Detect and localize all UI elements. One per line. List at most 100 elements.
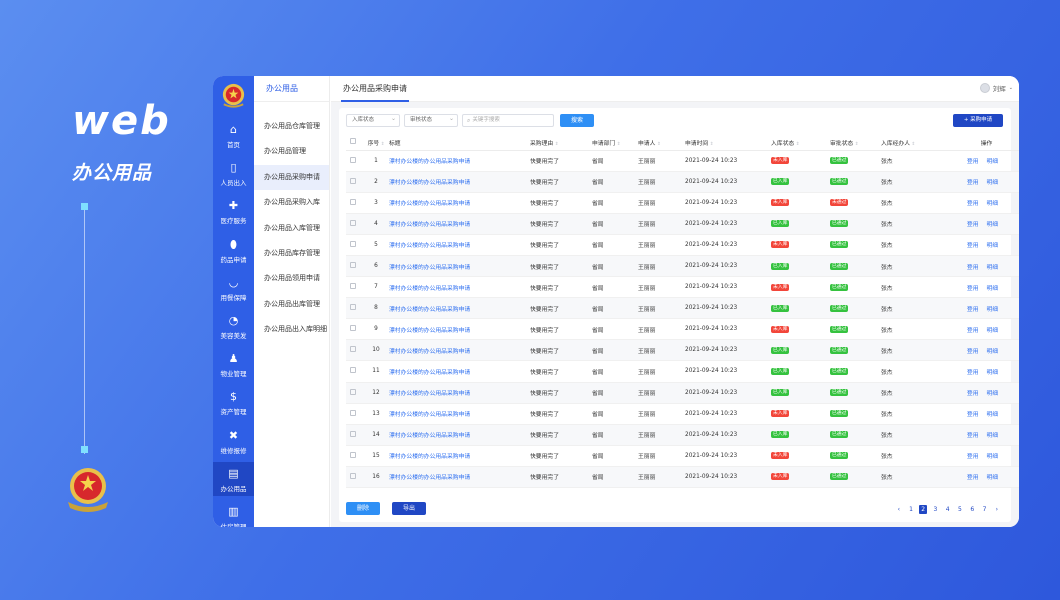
add-purchase-button[interactable]: + 采购申请 [953, 114, 1003, 127]
page-button[interactable]: 6 [966, 505, 978, 514]
row-title[interactable]: 漂村办公楼的办公用品采购申请 [389, 339, 530, 362]
tab-purchase-apply[interactable]: 办公用品采购申请 [341, 76, 409, 102]
detail-link[interactable]: 明细 [987, 412, 999, 418]
row-title[interactable]: 漂村办公楼的办公用品采购申请 [389, 276, 530, 299]
register-link[interactable]: 登用 [967, 201, 979, 207]
nav-item-6[interactable]: ♟ 物业管理 [213, 347, 254, 381]
page-button[interactable]: 1 [905, 505, 917, 514]
row-title-text[interactable]: 漂村办公楼的办公用品采购申请 [389, 475, 470, 481]
detail-link[interactable]: 明细 [987, 201, 999, 207]
row-title-text[interactable]: 漂村办公楼的办公用品采购申请 [389, 222, 470, 228]
register-link[interactable]: 登用 [967, 222, 979, 228]
checkbox[interactable] [350, 409, 356, 416]
row-checkbox[interactable] [346, 382, 363, 404]
row-title-text[interactable]: 漂村办公楼的办公用品采购申请 [389, 159, 470, 165]
detail-link[interactable]: 明细 [987, 475, 999, 481]
checkbox[interactable] [350, 325, 356, 332]
row-title[interactable]: 漂村办公楼的办公用品采购申请 [389, 192, 530, 214]
checkbox[interactable] [350, 177, 356, 184]
subnav-item[interactable]: 办公用品出入库明细 [254, 317, 329, 342]
row-title-text[interactable]: 漂村办公楼的办公用品采购申请 [389, 307, 470, 313]
subnav-item[interactable]: 办公用品采购入库 [254, 190, 329, 215]
subnav-item[interactable]: 办公用品仓库管理 [254, 114, 329, 139]
row-title-text[interactable]: 漂村办公楼的办公用品采购申请 [389, 370, 470, 376]
checkbox[interactable] [350, 198, 356, 205]
nav-item-8[interactable]: ✖ 维修报修 [213, 424, 254, 458]
row-title-text[interactable]: 漂村办公楼的办公用品采购申请 [389, 328, 470, 334]
select-all-checkbox[interactable] [346, 135, 363, 151]
subnav-item[interactable]: 办公用品管理 [254, 139, 329, 164]
detail-link[interactable]: 明细 [987, 454, 999, 460]
row-title-text[interactable]: 漂村办公楼的办公用品采购申请 [389, 201, 470, 207]
register-link[interactable]: 登用 [967, 391, 979, 397]
sort-icon[interactable]: ⇕ [379, 142, 385, 147]
sort-icon[interactable]: ⇕ [794, 142, 800, 147]
register-link[interactable]: 登用 [967, 370, 979, 376]
row-title[interactable]: 漂村办公楼的办公用品采购申请 [389, 382, 530, 404]
register-link[interactable]: 登用 [967, 243, 979, 249]
nav-item-5[interactable]: ◔ 美容美发 [213, 309, 254, 343]
user-menu[interactable]: 刘辉 ⌄ [979, 83, 1013, 93]
checkbox[interactable] [350, 304, 356, 311]
row-title-text[interactable]: 漂村办公楼的办公用品采购申请 [389, 349, 470, 355]
delete-button[interactable]: 删除 [346, 502, 380, 515]
page-button[interactable]: 4 [942, 505, 954, 514]
detail-link[interactable]: 明细 [987, 328, 999, 334]
sort-icon[interactable]: ⇕ [708, 142, 714, 147]
search-input[interactable]: ⌕ 关键字搜索 [462, 114, 554, 127]
detail-link[interactable]: 明细 [987, 265, 999, 271]
register-link[interactable]: 登用 [967, 433, 979, 439]
row-checkbox[interactable] [346, 424, 363, 446]
checkbox[interactable] [350, 367, 356, 374]
nav-item-10[interactable]: ▥ 住房管理 [213, 500, 254, 528]
row-title[interactable]: 漂村办公楼的办公用品采购申请 [389, 171, 530, 193]
approval-status-select[interactable]: 审核状态 [404, 113, 458, 127]
row-checkbox[interactable] [346, 318, 363, 341]
nav-item-1[interactable]: ▯ 人员出入 [213, 156, 254, 190]
nav-item-0[interactable]: ⌂ 首页 [213, 118, 254, 152]
next-page-button[interactable]: › [991, 505, 1003, 514]
row-checkbox[interactable] [346, 234, 363, 256]
detail-link[interactable]: 明细 [987, 391, 999, 397]
row-title-text[interactable]: 漂村办公楼的办公用品采购申请 [389, 454, 470, 460]
register-link[interactable]: 登用 [967, 454, 979, 460]
page-button[interactable]: 2 [919, 505, 928, 514]
register-link[interactable]: 登用 [967, 349, 979, 355]
row-title[interactable]: 漂村办公楼的办公用品采购申请 [389, 213, 530, 235]
detail-link[interactable]: 明细 [987, 370, 999, 376]
subnav-item[interactable]: 办公用品出库管理 [254, 292, 329, 317]
checkbox[interactable] [350, 262, 356, 269]
detail-link[interactable]: 明细 [987, 433, 999, 439]
row-checkbox[interactable] [346, 297, 363, 320]
page-button[interactable]: 5 [954, 505, 966, 514]
subnav-item[interactable]: 办公用品采购申请 [254, 164, 329, 191]
row-checkbox[interactable] [346, 360, 363, 383]
sort-icon[interactable]: ⇕ [910, 142, 915, 147]
register-link[interactable]: 登用 [967, 475, 979, 481]
row-checkbox[interactable] [346, 339, 363, 362]
nav-item-2[interactable]: ✚ 医疗服务 [213, 194, 254, 228]
nav-item-3[interactable]: ⬮ 药品申请 [213, 233, 254, 267]
sort-icon[interactable]: ⇕ [853, 142, 859, 147]
row-checkbox[interactable] [346, 403, 363, 425]
row-title[interactable]: 漂村办公楼的办公用品采购申请 [389, 445, 530, 467]
row-title[interactable]: 漂村办公楼的办公用品采购申请 [389, 466, 530, 489]
row-title-text[interactable]: 漂村办公楼的办公用品采购申请 [389, 412, 470, 418]
subnav-item[interactable]: 办公用品领用申请 [254, 266, 329, 291]
row-checkbox[interactable] [346, 192, 363, 214]
detail-link[interactable]: 明细 [987, 243, 999, 249]
nav-item-4[interactable]: ◡ 用餐保障 [213, 271, 254, 305]
detail-link[interactable]: 明细 [987, 159, 999, 165]
row-title-text[interactable]: 漂村办公楼的办公用品采购申请 [389, 286, 470, 292]
stock-status-select[interactable]: 入库状态 [346, 113, 400, 127]
row-title-text[interactable]: 漂村办公楼的办公用品采购申请 [389, 265, 470, 271]
checkbox[interactable] [350, 240, 356, 247]
detail-link[interactable]: 明细 [987, 180, 999, 186]
checkbox[interactable] [350, 219, 356, 226]
row-checkbox[interactable] [346, 150, 363, 172]
row-title[interactable]: 漂村办公楼的办公用品采购申请 [389, 150, 530, 172]
register-link[interactable]: 登用 [967, 286, 979, 292]
detail-link[interactable]: 明细 [987, 286, 999, 292]
search-button[interactable]: 搜索 [560, 114, 594, 127]
sort-icon[interactable]: ⇕ [655, 142, 661, 147]
